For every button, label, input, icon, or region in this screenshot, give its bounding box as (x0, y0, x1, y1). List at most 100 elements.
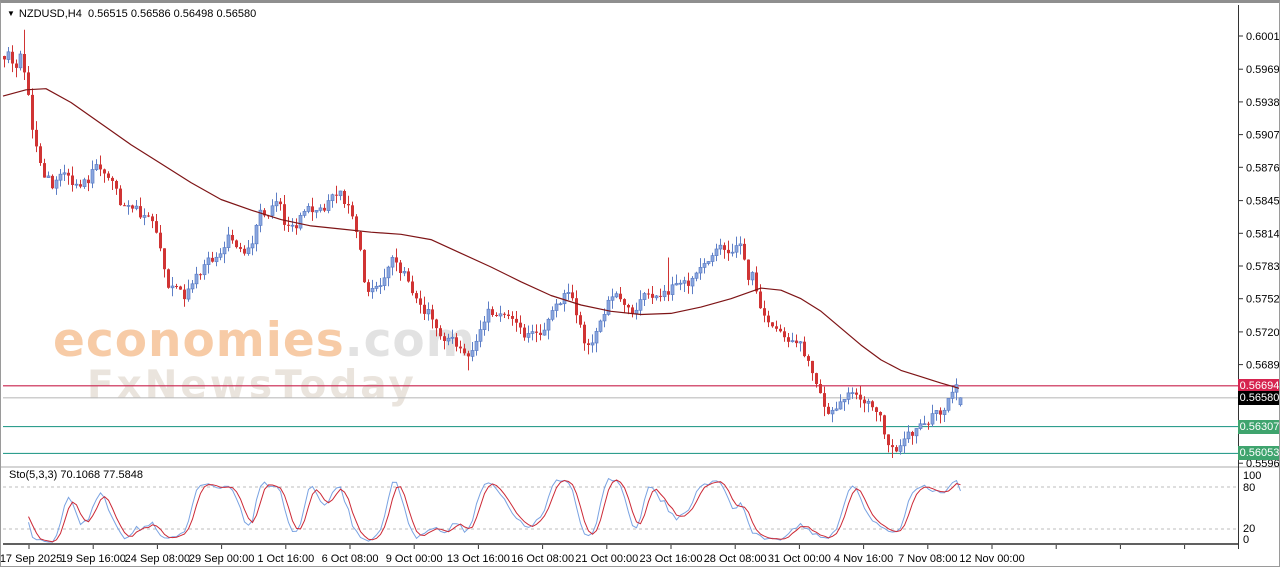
candle (851, 393, 854, 394)
candle (703, 264, 706, 268)
candle (847, 393, 850, 400)
candle (279, 202, 282, 205)
candle (643, 294, 646, 300)
candle (399, 263, 402, 274)
candle (231, 235, 234, 240)
candle (283, 204, 286, 225)
candle (803, 342, 806, 356)
candle (799, 342, 802, 343)
candle (23, 54, 26, 72)
candle (19, 54, 22, 68)
candle (747, 260, 750, 280)
candle (523, 328, 526, 338)
candle (255, 225, 258, 244)
price-tick-label: 0.59695 (1246, 64, 1280, 76)
candle (755, 273, 758, 292)
stoch-axis-label: 0 (1243, 534, 1249, 546)
candle (947, 398, 950, 410)
candle (535, 332, 538, 333)
time-axis[interactable]: 17 Sep 202519 Sep 16:0024 Sep 08:0029 Se… (1, 545, 1185, 565)
candle (103, 169, 106, 173)
candle (859, 395, 862, 400)
candle (487, 309, 490, 322)
candle (467, 353, 470, 356)
candle (823, 393, 826, 407)
candle (707, 262, 710, 264)
candle (359, 232, 362, 250)
candle (759, 292, 762, 309)
candle (167, 269, 170, 288)
candle (811, 361, 814, 373)
price-tick-label: 0.57205 (1246, 327, 1280, 339)
candle (423, 305, 426, 314)
time-tick-label: 24 Sep 08:00 (125, 553, 190, 565)
candle (743, 244, 746, 260)
candle (691, 278, 694, 286)
candle (139, 206, 142, 217)
candle (247, 248, 250, 254)
stochastic-d-line (29, 480, 961, 542)
candle (683, 281, 686, 284)
candle (591, 343, 594, 345)
candle (83, 180, 86, 187)
candle (171, 286, 174, 288)
time-tick-label: 28 Oct 08:00 (704, 553, 767, 565)
candle (239, 247, 242, 249)
price-tick-label: 0.56275 (1246, 425, 1280, 437)
candle (551, 311, 554, 320)
candle (579, 315, 582, 325)
stoch-axis-label: 80 (1243, 482, 1255, 494)
candle (471, 351, 474, 357)
candle (951, 392, 954, 398)
candle (375, 286, 378, 288)
candle (615, 294, 618, 297)
candle (655, 296, 658, 298)
price-tick-label: 0.57520 (1246, 294, 1280, 306)
price-tick-label: 0.56895 (1246, 360, 1280, 372)
candle (135, 206, 138, 208)
candle (911, 432, 914, 436)
candle (299, 215, 302, 228)
candle (183, 290, 186, 300)
candle (639, 300, 642, 311)
candle (839, 402, 842, 409)
candle (831, 410, 834, 414)
candle (39, 146, 42, 163)
candle (587, 343, 590, 345)
time-tick-label: 13 Oct 16:00 (447, 553, 510, 565)
price-tick-label: 0.55960 (1246, 458, 1280, 470)
candle (527, 334, 530, 338)
candle (871, 401, 874, 407)
candle (667, 291, 670, 295)
time-tick-label: 9 Oct 00:00 (386, 553, 443, 565)
candle (875, 407, 878, 412)
price-tick-label: 0.59385 (1246, 97, 1280, 109)
price-tick-label: 0.58765 (1246, 162, 1280, 174)
candle (479, 330, 482, 342)
candle (507, 315, 510, 316)
candle (927, 424, 930, 425)
candle (935, 410, 938, 413)
candle (491, 309, 494, 315)
candle (403, 271, 406, 273)
time-tick-label: 16 Oct 08:00 (511, 553, 574, 565)
candle (543, 330, 546, 335)
candle (331, 195, 334, 201)
candlestick-series (3, 30, 962, 458)
candle (303, 211, 306, 215)
candle (511, 316, 514, 319)
candle (119, 189, 122, 206)
time-tick-label: 21 Oct 00:00 (575, 553, 638, 565)
candle (503, 314, 506, 315)
candle (131, 205, 134, 208)
candle (575, 298, 578, 315)
candle (895, 447, 898, 451)
candle (379, 286, 382, 287)
candle (319, 208, 322, 211)
candle (547, 319, 550, 330)
price-chart-canvas[interactable]: 0.600100.596950.593850.590750.587650.584… (1, 3, 1280, 567)
candle (571, 292, 574, 298)
candle (71, 176, 74, 186)
stochastic-k-line (29, 479, 961, 542)
candle (819, 384, 822, 393)
